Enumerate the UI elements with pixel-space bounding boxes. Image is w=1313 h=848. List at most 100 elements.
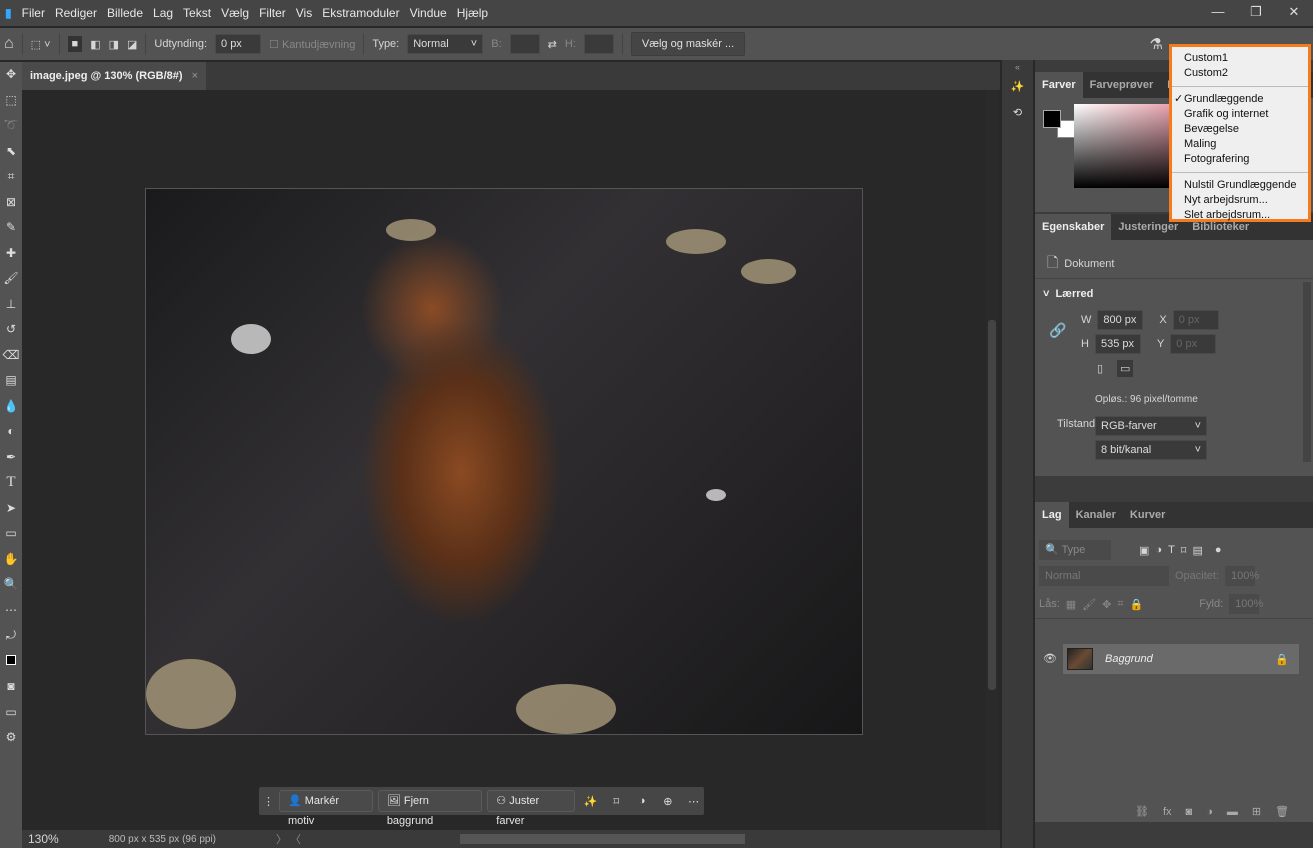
adjustment-filter-icon[interactable]: ◑	[1155, 544, 1162, 556]
canvas-x-input[interactable]: 0 px	[1173, 310, 1219, 330]
canvas-image[interactable]	[145, 188, 863, 735]
document-tab[interactable]: image.jpeg @ 130% (RGB/8#) ×	[22, 62, 206, 90]
canvas-y-input[interactable]: 0 px	[1170, 334, 1216, 354]
swap-colors-icon[interactable]: ⤾	[0, 623, 22, 649]
tab-farver[interactable]: Farver	[1035, 72, 1083, 98]
path-select-icon[interactable]: ➤	[0, 496, 22, 522]
lock-pixels-icon[interactable]: 🖌	[1082, 598, 1096, 611]
layer-filter-input[interactable]: 🔍 Type	[1039, 540, 1111, 560]
lock-all-icon[interactable]: 🔒	[1130, 598, 1144, 611]
blur-tool-icon[interactable]: 💧	[0, 394, 22, 420]
foreground-color-swatch[interactable]	[1043, 110, 1061, 128]
canvas-section-header[interactable]: ˅Lærred	[1043, 288, 1093, 300]
vertical-scrollbar[interactable]	[986, 90, 998, 830]
close-tab-icon[interactable]: ×	[192, 70, 198, 82]
canvas-height-input[interactable]: 535 px	[1095, 334, 1141, 354]
quick-mask-icon[interactable]: ◙	[0, 674, 22, 700]
height-input[interactable]	[584, 34, 614, 54]
menu-vaelg[interactable]: Vælg	[216, 6, 254, 20]
adjustment-layer-icon[interactable]: ◑	[1206, 806, 1213, 818]
menu-lag[interactable]: Lag	[148, 6, 178, 20]
antialias-checkbox[interactable]: ☐ Kantudjævning	[269, 38, 355, 51]
marquee-tool-icon[interactable]: ⬚ ˅	[31, 38, 51, 51]
reset-workspace[interactable]: Nulstil Grundlæggende	[1172, 178, 1308, 193]
intersect-selection-icon[interactable]: ◪	[127, 38, 137, 51]
move-tool-icon[interactable]: ✥	[0, 62, 22, 88]
tab-lag[interactable]: Lag	[1035, 502, 1069, 528]
add-mask-icon[interactable]: ◙	[1186, 806, 1193, 818]
eraser-tool-icon[interactable]: ⌫	[0, 343, 22, 369]
object-select-tool-icon[interactable]: ⬉	[0, 139, 22, 165]
horizontal-scrollbar[interactable]	[460, 834, 745, 844]
filter-toggle-icon[interactable]: ●	[1215, 544, 1222, 556]
layer-name[interactable]: Baggrund	[1105, 653, 1153, 665]
swap-icon[interactable]: ⇄	[548, 38, 557, 51]
eyedropper-tool-icon[interactable]: ✎	[0, 215, 22, 241]
drag-handle-icon[interactable]: ⋮	[263, 795, 274, 808]
landscape-orientation-icon[interactable]: ▭	[1117, 360, 1133, 377]
workspace-fotografering[interactable]: Fotografering	[1172, 152, 1308, 167]
adjust-colors-button[interactable]: ⚇ Juster farver	[487, 790, 575, 812]
subtract-selection-icon[interactable]: ◨	[109, 38, 119, 51]
close-icon[interactable]: ✕	[1275, 0, 1313, 26]
zoom-tool-icon[interactable]: 🔍	[0, 572, 22, 598]
brush-tool-icon[interactable]: 🖌	[0, 266, 22, 292]
type-filter-icon[interactable]: T	[1168, 544, 1175, 556]
menu-rediger[interactable]: Rediger	[50, 6, 102, 20]
layer-row[interactable]: Baggrund 🔒	[1063, 644, 1299, 674]
link-layers-icon[interactable]: ⛓	[1135, 805, 1149, 818]
tab-kurver[interactable]: Kurver	[1123, 502, 1172, 528]
pixel-filter-icon[interactable]: ▣	[1139, 544, 1149, 557]
link-icon[interactable]: 🔗	[1049, 322, 1066, 339]
minimize-icon[interactable]: —	[1199, 0, 1237, 26]
feather-input[interactable]: 0 px	[215, 34, 261, 54]
crop-tool-icon[interactable]: ⌗	[0, 164, 22, 190]
visibility-eye-icon[interactable]: 👁	[1043, 652, 1057, 665]
hand-tool-icon[interactable]: ✋	[0, 547, 22, 573]
new-group-icon[interactable]: ▬	[1227, 806, 1238, 818]
menu-tekst[interactable]: Tekst	[178, 6, 216, 20]
magic-wand-icon[interactable]: ✨	[580, 795, 601, 808]
new-layer-icon[interactable]: ⊞	[1252, 805, 1261, 818]
tab-kanaler[interactable]: Kanaler	[1069, 502, 1123, 528]
screen-mode-icon[interactable]: ▭	[0, 700, 22, 726]
select-subject-button[interactable]: 👤 Markér motiv	[279, 790, 373, 812]
adjustment-layer-icon[interactable]: ◑	[632, 795, 653, 807]
fx-icon[interactable]: fx	[1163, 806, 1172, 818]
menu-hjaelp[interactable]: Hjælp	[452, 6, 493, 20]
workspace-custom1[interactable]: Custom1	[1172, 51, 1308, 66]
workspace-grundlaeggende[interactable]: ✓Grundlæggende	[1172, 92, 1308, 107]
add-selection-icon[interactable]: ◧	[90, 38, 100, 51]
tab-farveprover[interactable]: Farveprøver	[1083, 72, 1161, 98]
workspace-grafik[interactable]: Grafik og internet	[1172, 107, 1308, 122]
delete-workspace[interactable]: Slet arbejdsrum...	[1172, 208, 1308, 223]
workspace-bevaegelse[interactable]: Bevægelse	[1172, 122, 1308, 137]
menu-filer[interactable]: Filer	[17, 6, 50, 20]
portrait-orientation-icon[interactable]: ▯	[1097, 362, 1103, 375]
zoom-level[interactable]: 130%	[28, 832, 59, 846]
remove-background-button[interactable]: 🖼 Fjern baggrund	[378, 790, 482, 812]
dodge-tool-icon[interactable]: ◐	[0, 419, 22, 445]
properties-scrollbar[interactable]	[1303, 282, 1311, 462]
opacity-input[interactable]: 100%	[1225, 566, 1255, 586]
bit-depth-select[interactable]: 8 bit/kanal˅	[1095, 440, 1207, 460]
status-expand-icon[interactable]: 〉 〈	[276, 831, 301, 847]
frame-tool-icon[interactable]: ⊠	[0, 190, 22, 216]
scroll-thumb[interactable]	[988, 320, 996, 690]
new-workspace[interactable]: Nyt arbejdsrum...	[1172, 193, 1308, 208]
width-input[interactable]	[510, 34, 540, 54]
type-select[interactable]: Normal˅	[407, 34, 483, 54]
shape-tool-icon[interactable]: ▭	[0, 521, 22, 547]
restore-icon[interactable]: ❐	[1237, 0, 1275, 26]
more-options-icon[interactable]: ⋯	[683, 795, 704, 808]
color-swatches-icon[interactable]	[0, 649, 22, 675]
new-selection-icon[interactable]: ■	[68, 36, 83, 52]
lasso-tool-icon[interactable]: ➰	[0, 113, 22, 139]
type-tool-icon[interactable]: T	[0, 470, 22, 496]
shape-filter-icon[interactable]: ⌑	[1181, 544, 1187, 557]
stamp-tool-icon[interactable]: ⊥	[0, 292, 22, 318]
workspace-maling[interactable]: Maling	[1172, 137, 1308, 152]
delete-layer-icon[interactable]: 🗑	[1275, 805, 1289, 818]
menu-filter[interactable]: Filter	[254, 6, 291, 20]
home-icon[interactable]: ⌂	[4, 35, 14, 53]
